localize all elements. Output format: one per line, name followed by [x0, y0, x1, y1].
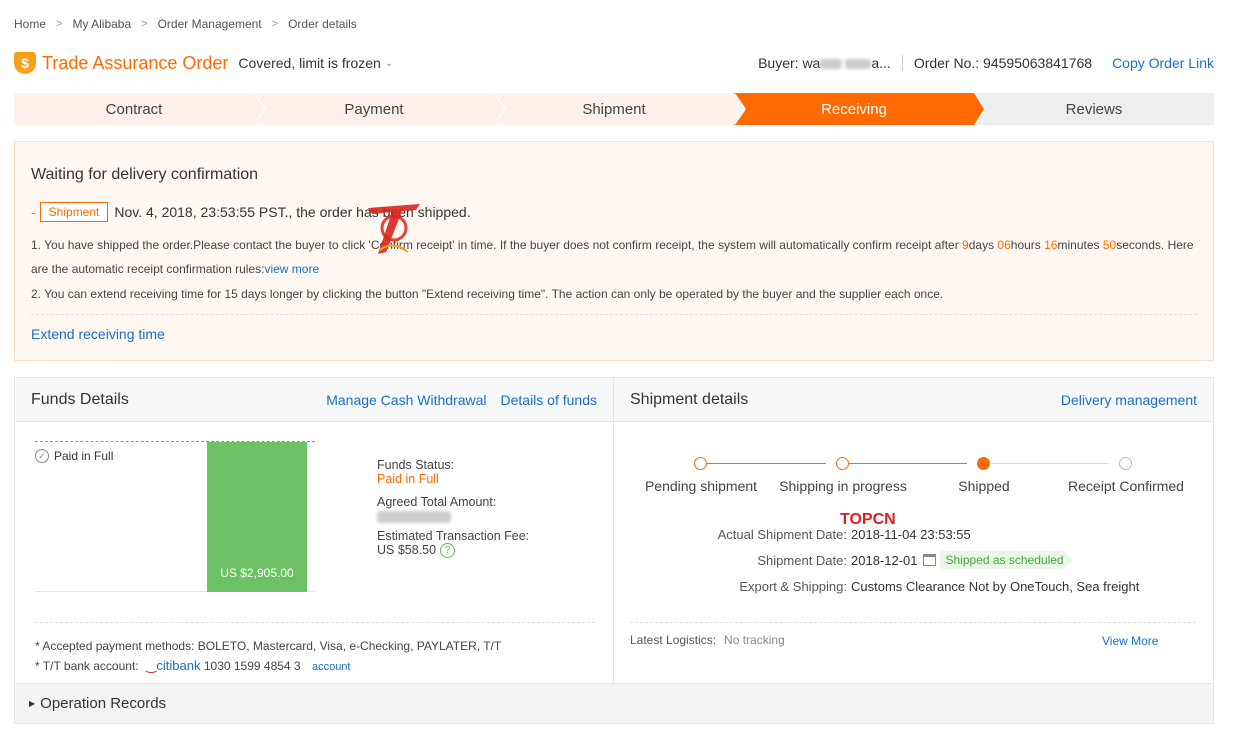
funds-info: Funds Status: Paid in Full Agreed Total … [377, 458, 530, 559]
chevron-right-icon: > [141, 18, 148, 30]
rule-extend: 2. You can extend receiving time for 15 … [31, 287, 944, 301]
shipped-line: - Shipment Nov. 4, 2018, 23:53:55 PST., … [31, 202, 471, 222]
funds-details-title: Funds Details [31, 390, 129, 408]
latest-logistics-value: No tracking [724, 633, 785, 647]
notice-title: Waiting for delivery confirmation [31, 166, 259, 183]
buyer-name-tail: a... [871, 55, 891, 71]
shipped-as-scheduled-badge: Shipped as scheduled [939, 551, 1074, 569]
page-title: Trade Assurance Order [42, 52, 229, 73]
shipment-date-label: Shipment Date: [757, 552, 847, 568]
extend-receiving-time-link[interactable]: Extend receiving time [31, 326, 165, 342]
chevron-right-icon: > [56, 18, 63, 30]
caret-right-icon: ▶ [29, 699, 36, 708]
step-contract: Contract [14, 93, 266, 125]
check-circle-icon: ✓ [35, 449, 49, 463]
shipment-progress: Pending shipment Shipping in progress Sh… [630, 456, 1200, 506]
help-icon[interactable]: ? [440, 543, 456, 559]
breadcrumb-my-alibaba[interactable]: My Alibaba [72, 17, 131, 31]
funds-bar-chart: ✓ Paid in Full US $2,905.00 [35, 441, 315, 592]
progress-label-shipping-in-progress: Shipping in progress [779, 478, 907, 494]
latest-logistics-label: Latest Logistics: [630, 633, 717, 647]
step-reviews: Reviews [974, 93, 1214, 125]
account-link[interactable]: account [312, 661, 351, 673]
countdown-days: 9 [962, 238, 969, 252]
export-shipping-value: Customs Clearance Not by OneTouch, Sea f… [851, 578, 1140, 594]
payment-methods: * Accepted payment methods: BOLETO, Mast… [35, 637, 501, 677]
breadcrumb-order-management[interactable]: Order Management [158, 17, 262, 31]
delivery-management-link[interactable]: Delivery management [1061, 392, 1197, 408]
buyer-name-blurred [820, 59, 843, 70]
breadcrumb-home[interactable]: Home [14, 17, 46, 31]
paid-in-full-label: ✓ Paid in Full [35, 449, 113, 463]
shipment-date-value: 2018-12-01 [851, 552, 918, 568]
shipment-details-title: Shipment details [630, 390, 749, 408]
shipment-info: TOPCN Actual Shipment Date: 2018-11-04 2… [630, 511, 1190, 599]
details-of-funds-link[interactable]: Details of funds [501, 392, 598, 408]
progress-dot-shipped [977, 457, 990, 470]
progress-label-shipped: Shipped [958, 478, 1010, 494]
funds-status-label: Funds Status: [377, 458, 455, 472]
countdown-hours: 06 [997, 238, 1011, 252]
progress-label-receipt-confirmed: Receipt Confirmed [1068, 478, 1184, 494]
tt-bank-account: 1030 1599 4854 3 [203, 659, 301, 673]
shipment-details-panel: Shipment details Delivery management Pen… [614, 378, 1213, 683]
divider [31, 314, 1197, 315]
chevron-down-icon: ⌄ [384, 57, 394, 69]
calendar-icon [922, 554, 936, 566]
details-panels: Funds Details Manage Cash Withdrawal Det… [14, 377, 1214, 684]
view-more-logistics-link[interactable]: View More [1102, 634, 1158, 648]
progress-line-done [849, 463, 967, 464]
chevron-right-icon: > [271, 18, 279, 30]
progress-dot-shipping-in-progress [836, 457, 849, 470]
countdown-minutes: 16 [1044, 238, 1058, 252]
copy-order-link[interactable]: Copy Order Link [1112, 55, 1214, 71]
actual-shipment-date-label: Actual Shipment Date: [717, 526, 847, 542]
buyer-label: Buyer: wa [758, 55, 821, 71]
rule-auto-confirm: 1. You have shipped the order.Please con… [31, 238, 1194, 276]
citibank-logo: ‿citibank [145, 658, 201, 673]
export-shipping-label: Export & Shipping: [739, 578, 847, 594]
funds-details-panel: Funds Details Manage Cash Withdrawal Det… [15, 378, 614, 683]
operation-records-label: Operation Records [40, 695, 167, 712]
topcn-watermark: TOPCN [840, 511, 896, 528]
latest-logistics: Latest Logistics: No tracking [630, 633, 785, 647]
order-header: $ Trade Assurance Order Covered, limit i… [14, 50, 1214, 76]
transaction-fee-value: US $58.50 [377, 543, 437, 557]
countdown-seconds: 50 [1102, 238, 1117, 252]
transaction-fee-label: Estimated Transaction Fee: [377, 529, 530, 543]
divider [35, 622, 595, 623]
order-progress-steps: Contract Payment Shipment Receiving Revi… [14, 93, 1214, 125]
coverage-status-dropdown[interactable]: Covered, limit is frozen ⌄ [238, 55, 393, 71]
agreed-total-label: Agreed Total Amount: [377, 495, 497, 509]
progress-label-pending-shipment: Pending shipment [644, 478, 758, 494]
step-payment: Payment [254, 93, 506, 125]
progress-line-pending [991, 463, 1109, 464]
step-shipment: Shipment [494, 93, 746, 125]
divider [630, 622, 1196, 623]
operation-records-toggle[interactable]: ▶ Operation Records [14, 684, 1214, 724]
funds-status-value: Paid in Full [377, 472, 439, 486]
paid-amount: US $2,905.00 [220, 566, 294, 580]
shipped-text: Nov. 4, 2018, 23:53:55 PST., the order h… [114, 204, 471, 220]
tt-bank-label: * T/T bank account: [35, 659, 139, 673]
progress-line-done [707, 463, 826, 464]
trade-assurance-shield-icon: $ [14, 52, 36, 74]
accepted-payment-methods: * Accepted payment methods: BOLETO, Mast… [35, 639, 502, 653]
buyer-name-blurred [845, 59, 872, 70]
step-receiving: Receiving [734, 93, 986, 125]
breadcrumb: Home > My Alibaba > Order Management > O… [14, 17, 357, 31]
order-number: Order No.: 94595063841768 [913, 55, 1093, 71]
breadcrumb-order-details: Order details [288, 17, 357, 31]
paid-amount-bar: US $2,905.00 [207, 442, 307, 592]
view-more-rules-link[interactable]: view more [264, 262, 319, 276]
agreed-total-blurred [377, 510, 451, 523]
progress-dot-pending-shipment [694, 457, 707, 470]
delivery-confirmation-notice: Waiting for delivery confirmation - Ship… [14, 141, 1214, 361]
progress-dot-receipt-confirmed [1119, 457, 1132, 470]
coverage-status-label: Covered, limit is frozen [238, 55, 381, 71]
buyer-name: Buyer: wa a... [758, 55, 903, 71]
manage-cash-withdrawal-link[interactable]: Manage Cash Withdrawal [326, 392, 486, 408]
shipment-tag: Shipment [39, 202, 109, 222]
